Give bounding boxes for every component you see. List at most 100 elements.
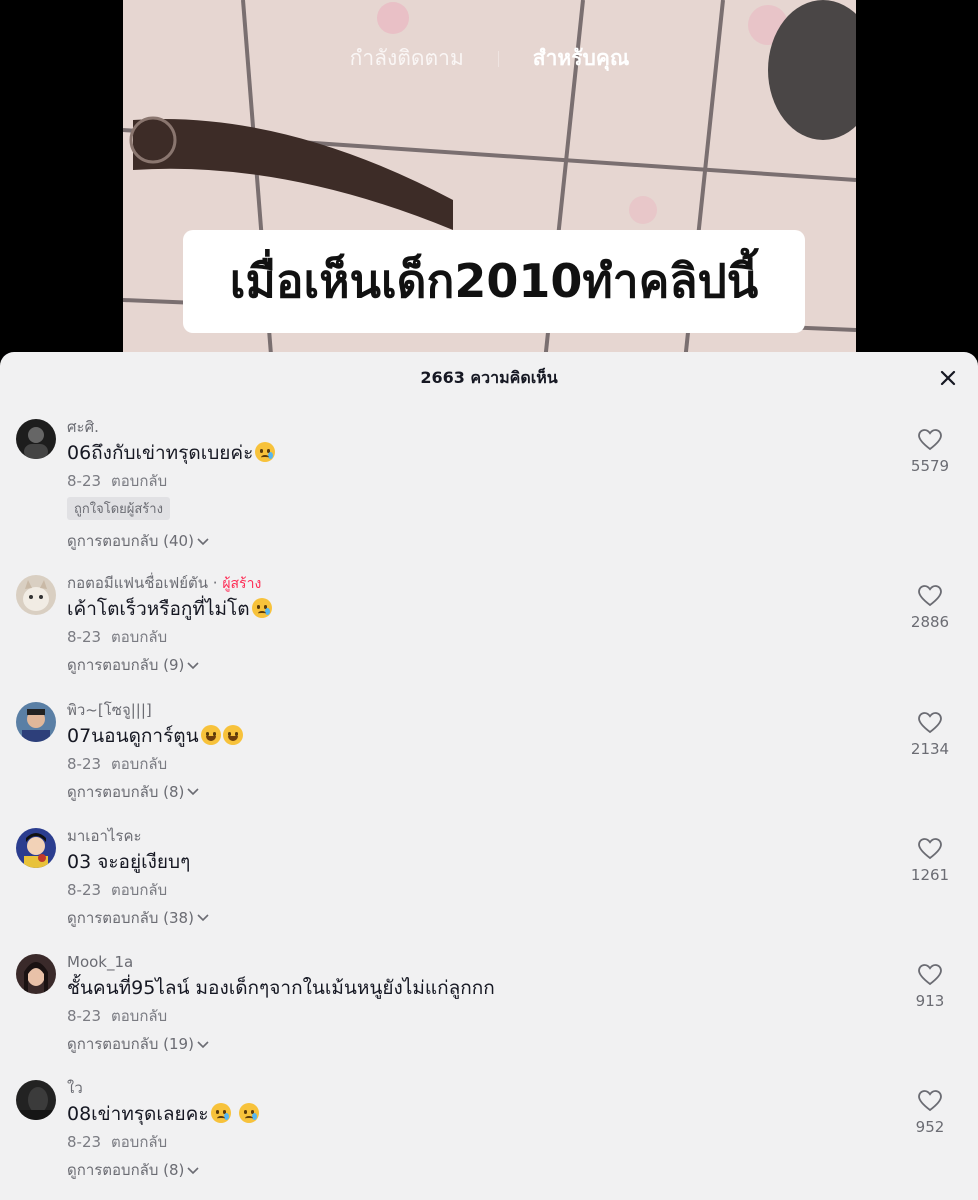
comment-item: พิว~[โซจู|||] 07นอนดูการ์ตูน 8-23 ตอบกลับ… (0, 699, 978, 825)
close-icon[interactable] (936, 366, 960, 390)
view-replies-label: ดูการตอบกลับ (19) (67, 1035, 194, 1054)
comment-meta: 8-23 ตอบกลับ (67, 624, 888, 650)
like-count: 2134 (910, 739, 950, 758)
heart-icon (918, 1090, 942, 1112)
view-replies-button[interactable]: ดูการตอบกลับ (8) (67, 777, 888, 807)
comment-body: เค้าโตเร็วหรือกูที่ไม่โต (67, 598, 250, 621)
tab-following[interactable]: กำลังติดตาม (350, 42, 464, 75)
avatar[interactable] (16, 827, 56, 868)
comment-date: 8-23 (67, 1133, 102, 1152)
like-count: 1261 (910, 865, 950, 884)
comment-username[interactable]: พิว~[โซจู|||] (67, 699, 888, 721)
avatar[interactable] (16, 575, 56, 616)
laughing-face-emoji-icon (200, 724, 221, 745)
avatar[interactable] (16, 419, 56, 459)
comment-item: ศะศิ. 06ถึงกับเข่าทรุดเบยค่ะ 8-23 ตอบกลับ… (0, 416, 978, 550)
laughing-face-emoji-icon (222, 724, 243, 745)
reply-button[interactable]: ตอบกลับ (111, 628, 167, 646)
like-button[interactable]: 2134 (900, 711, 960, 758)
comment-username-text: กอตอมีแฟนชื่อเฟย์ตัน · (67, 574, 218, 593)
avatar[interactable] (16, 701, 56, 742)
avatar[interactable] (16, 1080, 56, 1121)
chevron-down-icon (187, 662, 199, 669)
comment-date: 8-23 (67, 1007, 102, 1026)
comments-header: 2663 ความคิดเห็น (0, 352, 978, 404)
view-replies-button[interactable]: ดูการตอบกลับ (19) (67, 1029, 888, 1059)
heart-icon (918, 585, 942, 607)
comment-meta: 8-23 ตอบกลับ (67, 751, 888, 777)
comment-text: เค้าโตเร็วหรือกูที่ไม่โต (67, 594, 888, 624)
comment-date: 8-23 (67, 628, 102, 647)
reply-button[interactable]: ตอบกลับ (111, 755, 167, 773)
like-count: 2886 (910, 613, 950, 632)
reply-button[interactable]: ตอบกลับ (111, 1133, 167, 1151)
comment-text: ชั้นคนที่95ไลน์ มองเด็กๆจากในเม้นหนูยังไ… (67, 977, 495, 1000)
chevron-down-icon (187, 1167, 199, 1175)
crying-face-emoji-icon (251, 598, 272, 619)
comment-username[interactable]: ศะศิ. (67, 416, 888, 438)
view-replies-label: ดูการตอบกลับ (8) (67, 782, 185, 801)
comment-username[interactable]: ใว (67, 1077, 888, 1099)
comment-item: มาเอาไรคะ 03 จะอยู่เงียบๆ 8-23 ตอบกลับ ดู… (0, 825, 978, 951)
heart-icon (918, 837, 942, 860)
comments-sheet: 2663 ความคิดเห็น ศะศิ. 06ถึงกับเข่าทรุดเ… (0, 352, 978, 1200)
comment-username[interactable]: กอตอมีแฟนชื่อเฟย์ตัน · ผู้สร้าง (67, 572, 888, 594)
view-replies-button[interactable]: ดูการตอบกลับ (38) (67, 903, 888, 933)
like-count: 5579 (910, 457, 950, 475)
comments-count-title: 2663 ความคิดเห็น (420, 368, 558, 387)
comment-item: ใว 08เข่าทรุดเลยคะ 8-23 ตอบกลับ ดูการตอบก… (0, 1077, 978, 1200)
view-replies-label: ดูการตอบกลับ (8) (67, 1161, 185, 1180)
liked-by-creator-badge: ถูกใจโดยผู้สร้าง (67, 497, 170, 520)
heart-icon (918, 429, 942, 451)
tab-for-you[interactable]: สำหรับคุณ (533, 42, 630, 75)
chevron-down-icon (197, 914, 209, 922)
like-button[interactable]: 913 (900, 963, 960, 1010)
comment-body: 06ถึงกับเข่าทรุดเบยค่ะ (67, 442, 254, 464)
view-replies-label: ดูการตอบกลับ (38) (67, 908, 194, 927)
view-replies-button[interactable]: ดูการตอบกลับ (8) (67, 1155, 888, 1185)
comment-date: 8-23 (67, 880, 102, 899)
comment-text: 08เข่าทรุดเลยคะ (67, 1099, 888, 1129)
video-caption: เมื่อเห็นเด็ก2010ทำคลิปนี้ (183, 230, 805, 333)
heart-icon (918, 964, 942, 986)
chevron-down-icon (197, 537, 209, 545)
avatar[interactable] (16, 954, 56, 995)
comment-username[interactable]: มาเอาไรคะ (67, 825, 888, 847)
comment-meta: 8-23 ตอบกลับ (67, 468, 888, 494)
view-replies-label: ดูการตอบกลับ (9) (67, 656, 185, 675)
comment-body: 08เข่าทรุดเลยคะ (67, 1103, 209, 1126)
chevron-down-icon (197, 1041, 209, 1048)
like-button[interactable]: 952 (900, 1089, 960, 1136)
comment-text: 06ถึงกับเข่าทรุดเบยค่ะ (67, 438, 888, 468)
comment-text: 03 จะอยู่เงียบๆ (67, 850, 191, 873)
comment-meta: 8-23 ตอบกลับ (67, 1129, 888, 1155)
comment-list: ศะศิ. 06ถึงกับเข่าทรุดเบยค่ะ 8-23 ตอบกลับ… (0, 416, 978, 1200)
comment-username[interactable]: Mook_1a (67, 951, 888, 973)
comment-text: 07นอนดูการ์ตูน (67, 721, 888, 751)
view-replies-button[interactable]: ดูการตอบกลับ (9) (67, 650, 888, 680)
like-count: 913 (915, 992, 945, 1011)
like-button[interactable]: 2886 (900, 584, 960, 631)
tab-divider (497, 51, 499, 67)
comment-meta: 8-23 ตอบกลับ (67, 1003, 888, 1029)
comment-date: 8-23 (67, 754, 102, 773)
crying-face-emoji-icon (238, 1103, 259, 1124)
heart-icon (918, 711, 942, 733)
comment-item: Mook_1a ชั้นคนที่95ไลน์ มองเด็กๆจากในเม้… (0, 951, 978, 1077)
comment-date: 8-23 (67, 472, 102, 490)
creator-label: ผู้สร้าง (222, 576, 262, 593)
view-replies-button[interactable]: ดูการตอบกลับ (40) (67, 526, 888, 556)
like-button[interactable]: 5579 (900, 428, 960, 475)
comment-item: กอตอมีแฟนชื่อเฟย์ตัน · ผู้สร้าง เค้าโตเร… (0, 572, 978, 698)
crying-face-emoji-icon (210, 1103, 231, 1124)
reply-button[interactable]: ตอบกลับ (111, 881, 167, 899)
comment-meta: 8-23 ตอบกลับ (67, 877, 888, 903)
comment-body: 07นอนดูการ์ตูน (67, 724, 199, 747)
reply-button[interactable]: ตอบกลับ (111, 1007, 167, 1025)
reply-button[interactable]: ตอบกลับ (111, 472, 167, 490)
chevron-down-icon (187, 788, 199, 796)
view-replies-label: ดูการตอบกลับ (40) (67, 532, 194, 550)
like-count: 952 (915, 1118, 945, 1137)
like-button[interactable]: 1261 (900, 837, 960, 884)
crying-face-emoji-icon (255, 442, 276, 462)
